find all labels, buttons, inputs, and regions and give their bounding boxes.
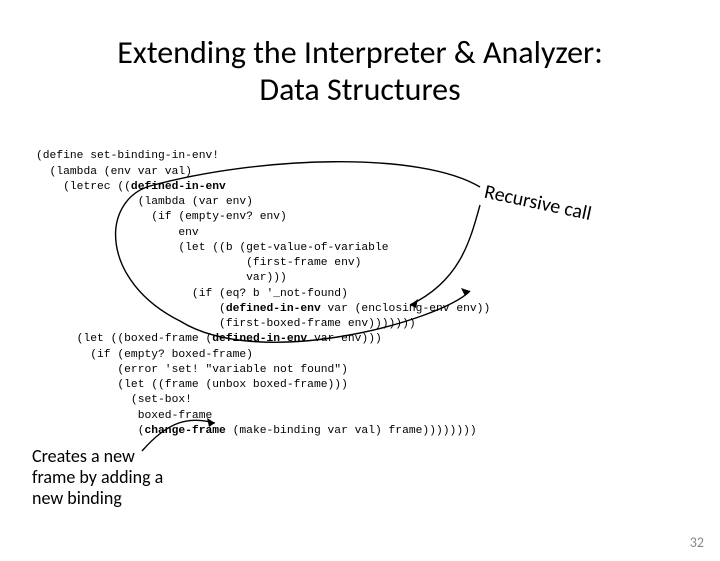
annotation-creates-frame: Creates a new frame by adding a new bind… <box>32 446 182 508</box>
slide: Extending the Interpreter & Analyzer: Da… <box>0 21 720 561</box>
code-block: (define set-binding-in-env! (lambda (env… <box>36 149 490 439</box>
page-number: 32 <box>690 534 704 551</box>
slide-title: Extending the Interpreter & Analyzer: Da… <box>0 21 720 109</box>
annotation-recursive-call: Recursive call <box>482 176 594 226</box>
